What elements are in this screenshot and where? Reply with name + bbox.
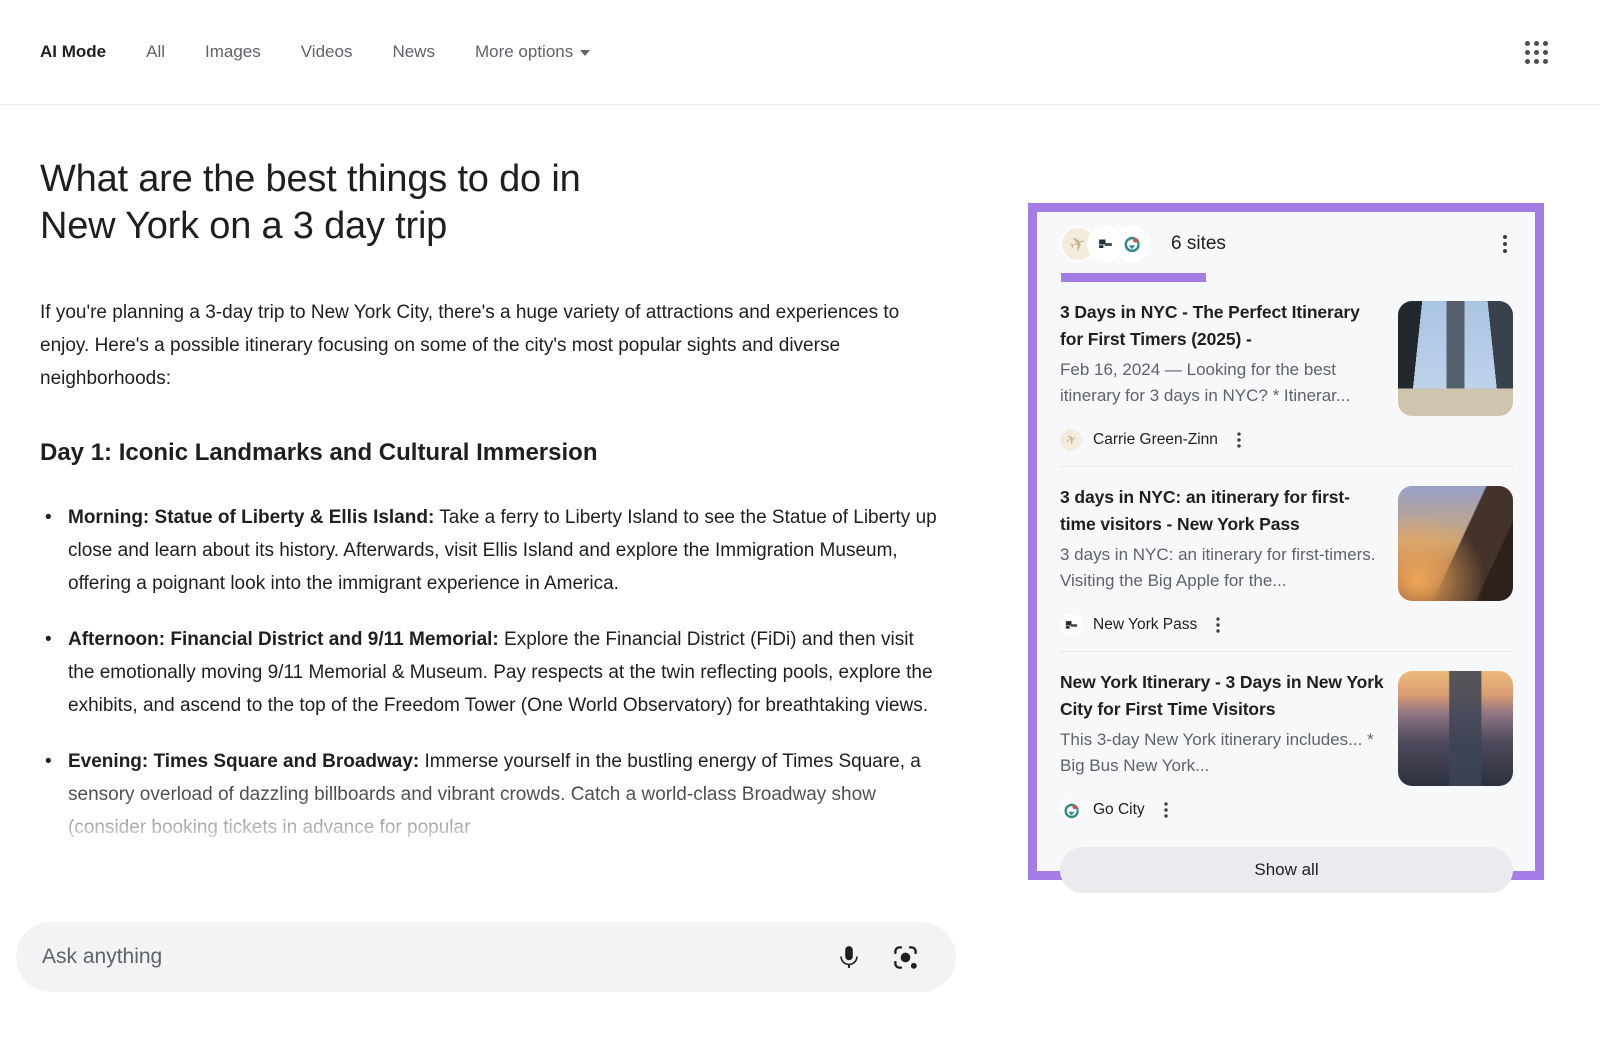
day1-heading: Day 1: Iconic Landmarks and Cultural Imm…: [40, 439, 970, 467]
sources-panel-header[interactable]: ✈ 6 sites: [1060, 226, 1513, 262]
go-city-favicon-icon: [1114, 226, 1150, 262]
tab-images[interactable]: Images: [205, 42, 261, 62]
go-city-favicon-icon: [1060, 799, 1082, 821]
card-menu-button[interactable]: [1213, 614, 1223, 636]
mic-icon: [836, 944, 862, 970]
highlight-underline: [1061, 273, 1206, 282]
mic-button[interactable]: [828, 936, 870, 978]
tab-label: All: [146, 42, 165, 62]
source-card-title[interactable]: New York Itinerary - 3 Days in New York …: [1060, 669, 1384, 723]
ask-input[interactable]: [40, 944, 814, 970]
source-card[interactable]: New York Itinerary - 3 Days in New York …: [1060, 652, 1513, 836]
bullet-lead: Morning: Statue of Liberty & Ellis Islan…: [68, 507, 434, 528]
tab-label: More options: [475, 42, 573, 62]
tab-all[interactable]: All: [146, 42, 165, 62]
source-card-thumbnail[interactable]: [1398, 301, 1513, 416]
apps-grid-icon: [1525, 41, 1548, 64]
show-all-label: Show all: [1254, 860, 1318, 880]
bullet-lead: Afternoon: Financial District and 9/11 M…: [68, 629, 499, 650]
chevron-down-icon: [580, 50, 590, 56]
sources-panel: ✈ 6 sites: [1037, 212, 1535, 893]
answer-intro: If you're planning a 3-day trip to New Y…: [40, 296, 940, 395]
query-heading: What are the best things to do in New Yo…: [40, 156, 600, 250]
apps-launcher-button[interactable]: [1516, 32, 1556, 72]
more-vert-icon: [1503, 235, 1507, 253]
itinerary-list: Morning: Statue of Liberty & Ellis Islan…: [40, 501, 970, 844]
plane-favicon-icon: ✈: [1060, 429, 1082, 451]
tab-more-options[interactable]: More options: [475, 42, 590, 62]
itinerary-bullet-evening: Evening: Times Square and Broadway: Imme…: [68, 745, 940, 844]
source-card[interactable]: 3 Days in NYC - The Perfect Itinerary fo…: [1060, 282, 1513, 466]
source-site-name: Go City: [1093, 801, 1145, 819]
source-favicon-cluster: ✈: [1060, 226, 1150, 262]
tab-videos[interactable]: Videos: [301, 42, 353, 62]
itinerary-bullet-afternoon: Afternoon: Financial District and 9/11 M…: [68, 623, 940, 722]
ai-answer-column: What are the best things to do in New Yo…: [40, 140, 970, 867]
tab-label: AI Mode: [40, 42, 106, 62]
tab-news[interactable]: News: [392, 42, 435, 62]
lens-icon: [892, 944, 919, 971]
panel-menu-button[interactable]: [1499, 231, 1511, 257]
search-tabs-bar: AI Mode All Images Videos News More opti…: [0, 0, 1600, 105]
show-all-button[interactable]: Show all: [1060, 847, 1513, 893]
sites-count-label: 6 sites: [1171, 233, 1226, 255]
lens-button[interactable]: [884, 936, 926, 978]
card-menu-button[interactable]: [1161, 799, 1171, 821]
tab-label: Images: [205, 42, 261, 62]
source-site-name: New York Pass: [1093, 616, 1197, 634]
itinerary-bullet-morning: Morning: Statue of Liberty & Ellis Islan…: [68, 501, 940, 600]
ask-anything-bar: [16, 922, 956, 992]
source-site-name: Carrie Green-Zinn: [1093, 431, 1218, 449]
source-card-thumbnail[interactable]: [1398, 486, 1513, 601]
bullet-lead: Evening: Times Square and Broadway:: [68, 751, 419, 772]
source-card-thumbnail[interactable]: [1398, 671, 1513, 786]
sources-panel-highlight: ✈ 6 sites: [1028, 203, 1544, 880]
tab-label: News: [392, 42, 435, 62]
source-card-snippet: Feb 16, 2024 — Looking for the best itin…: [1060, 357, 1384, 409]
source-card-title[interactable]: 3 days in NYC: an itinerary for first-ti…: [1060, 484, 1384, 538]
new-york-pass-favicon-icon: [1060, 614, 1082, 636]
source-card-snippet: 3 days in NYC: an itinerary for first-ti…: [1060, 542, 1384, 594]
source-card[interactable]: 3 days in NYC: an itinerary for first-ti…: [1060, 467, 1513, 651]
source-card-snippet: This 3-day New York itinerary includes..…: [1060, 727, 1384, 779]
tab-ai-mode[interactable]: AI Mode: [40, 42, 106, 62]
source-card-title[interactable]: 3 Days in NYC - The Perfect Itinerary fo…: [1060, 299, 1384, 353]
tab-label: Videos: [301, 42, 353, 62]
card-menu-button[interactable]: [1234, 429, 1244, 451]
